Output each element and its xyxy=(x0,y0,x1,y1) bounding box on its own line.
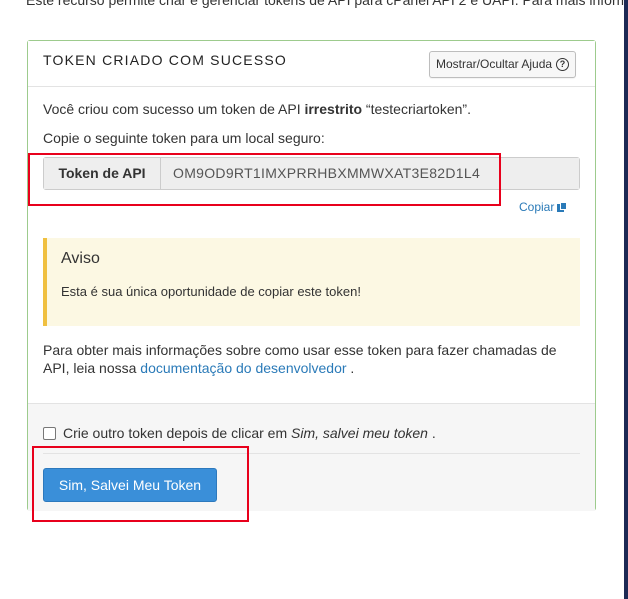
developer-docs-link[interactable]: documentação do desenvolvedor xyxy=(140,360,346,376)
create-another-checkbox[interactable] xyxy=(43,426,56,440)
warning-alert: Aviso Esta é sua única oportunidade de c… xyxy=(43,238,580,326)
checkbox-label-prefix: Crie outro token depois de clicar em xyxy=(63,425,291,441)
warning-title: Aviso xyxy=(61,250,100,267)
warning-text: Esta é sua única oportunidade de copiar … xyxy=(61,284,361,299)
token-created-panel: TOKEN CRIADO COM SUCESSO Mostrar/Ocultar… xyxy=(27,40,596,511)
intro-text: Este recurso permite criar e gerenciar t… xyxy=(26,0,628,8)
create-another-label: Crie outro token depois de clicar em Sim… xyxy=(63,425,436,441)
toggle-help-button[interactable]: Mostrar/Ocultar Ajuda ? xyxy=(429,51,577,78)
copy-icon xyxy=(557,201,568,213)
page-edge xyxy=(624,0,628,599)
panel-title: TOKEN CRIADO COM SUCESSO xyxy=(43,52,288,68)
info-end: . xyxy=(346,360,355,376)
copy-instruction: Copie o seguinte token para um local seg… xyxy=(43,130,325,146)
panel-header: TOKEN CRIADO COM SUCESSO Mostrar/Ocultar… xyxy=(28,41,595,87)
toggle-help-label: Mostrar/Ocultar Ajuda xyxy=(436,57,553,71)
create-another-option: Crie outro token depois de clicar em Sim… xyxy=(43,425,436,441)
question-circle-icon: ? xyxy=(556,58,570,71)
success-prefix: Você criou com sucesso um token de API xyxy=(43,101,305,117)
success-suffix: “testecriartoken”. xyxy=(362,101,471,117)
button-highlight-annotation xyxy=(32,446,249,522)
checkbox-label-italic: Sim, salvei meu token xyxy=(291,425,428,441)
success-message: Você criou com sucesso um token de API i… xyxy=(43,101,471,117)
copy-token-link[interactable]: Copiar xyxy=(519,200,568,214)
copy-token-label: Copiar xyxy=(519,200,555,214)
success-token-type: irrestrito xyxy=(304,101,363,117)
checkbox-label-suffix: . xyxy=(427,425,436,441)
token-highlight-annotation xyxy=(28,153,501,206)
developer-docs-info: Para obter mais informações sobre como u… xyxy=(43,341,583,377)
